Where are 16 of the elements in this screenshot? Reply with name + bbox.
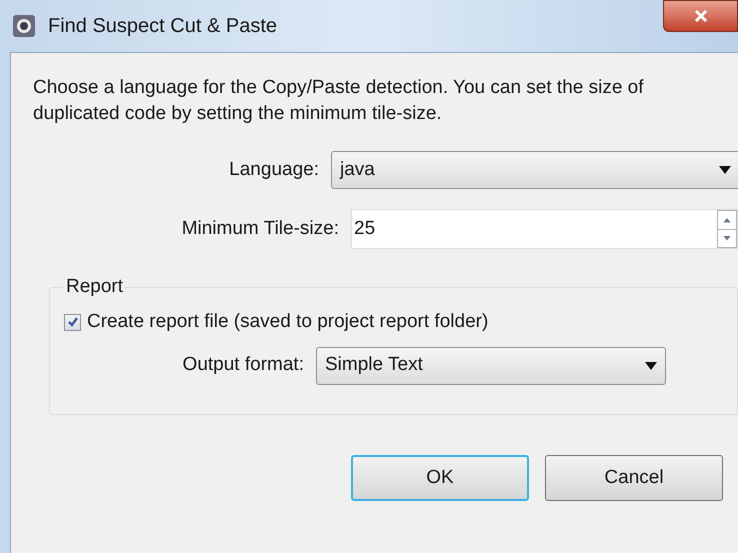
output-format-dropdown[interactable]: Simple Text [316,346,666,384]
dialog-button[interactable]: Cancel [545,455,723,501]
close-icon [694,9,708,23]
window-title: Find Suspect Cut & Paste [48,14,278,39]
dropdown-arrow-icon [719,166,731,174]
field-label: Minimum Tile-size: [180,216,340,241]
field-label: Output format: [182,353,305,378]
checkbox-label: Create report file (saved to project report folder) [87,310,488,334]
dropdown-arrow-icon [645,362,657,370]
description-text: Choose a language for the Copy/Paste detection. You can set the size of duplicated code by setting the minimum tile-size. [33,76,645,126]
language-dropdown[interactable]: java [331,151,738,189]
dialog-button[interactable]: OK [351,455,529,501]
checkmark-icon [66,316,78,328]
field-label: Language: [228,158,320,182]
close-button[interactable] [663,0,738,32]
checkbox[interactable] [64,314,81,331]
